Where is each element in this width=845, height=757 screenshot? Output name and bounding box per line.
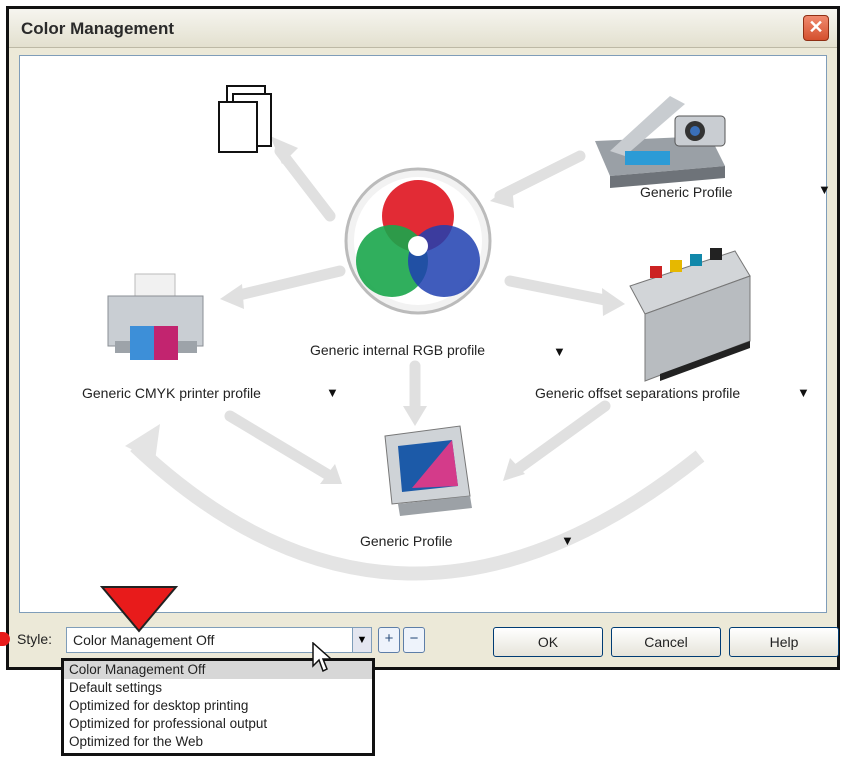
ok-button[interactable]: OK <box>493 627 603 657</box>
style-option[interactable]: Optimized for the Web <box>64 733 372 751</box>
monitor-dropdown-arrow[interactable]: ▼ <box>561 533 574 548</box>
diagram-canvas <box>107 85 751 581</box>
offset-profile-label: Generic offset separations profile <box>535 385 741 401</box>
printer-profile-label: Generic CMYK printer profile <box>82 385 261 401</box>
color-management-dialog: Color Management ✕ Generic internal RGB … <box>6 6 840 670</box>
mouse-pointer-icon <box>312 642 332 673</box>
dialog-title: Color Management <box>21 19 175 38</box>
rgb-color-wheel-icon <box>344 167 492 315</box>
offset-press-icon <box>629 248 751 382</box>
help-button[interactable]: Help <box>729 627 839 657</box>
style-option[interactable]: Default settings <box>64 679 372 697</box>
scanner-dropdown-arrow[interactable]: ▼ <box>818 182 831 197</box>
close-icon: ✕ <box>808 17 824 37</box>
camera-icon <box>674 115 726 147</box>
title-bar: Color Management ✕ <box>9 9 837 48</box>
cancel-button[interactable]: Cancel <box>611 627 721 657</box>
style-option[interactable]: Optimized for desktop printing <box>64 697 372 715</box>
add-style-button[interactable]: + <box>378 627 400 653</box>
chevron-down-icon[interactable]: ▼ <box>352 627 372 653</box>
monitor-icon <box>384 425 472 516</box>
offset-dropdown-arrow[interactable]: ▼ <box>797 385 810 400</box>
scanner-profile-label: Generic Profile <box>640 184 733 200</box>
remove-style-button[interactable]: − <box>403 627 425 653</box>
internal-rgb-dropdown-arrow[interactable]: ▼ <box>553 344 566 359</box>
close-button[interactable]: ✕ <box>803 15 829 41</box>
printer-icon <box>107 273 204 360</box>
internal-rgb-profile-label: Generic internal RGB profile <box>310 342 486 358</box>
style-option[interactable]: Optimized for professional output <box>64 715 372 733</box>
documents-icon <box>218 85 272 153</box>
minus-icon: − <box>409 630 419 647</box>
callout-arrow-icon <box>100 586 179 633</box>
printer-dropdown-arrow[interactable]: ▼ <box>326 385 339 400</box>
style-label: Style: <box>17 631 53 647</box>
plus-icon: + <box>384 630 394 647</box>
monitor-profile-label: Generic Profile <box>360 533 453 549</box>
workflow-diagram: Generic internal RGB profile ▼ Generic P… <box>19 55 831 613</box>
